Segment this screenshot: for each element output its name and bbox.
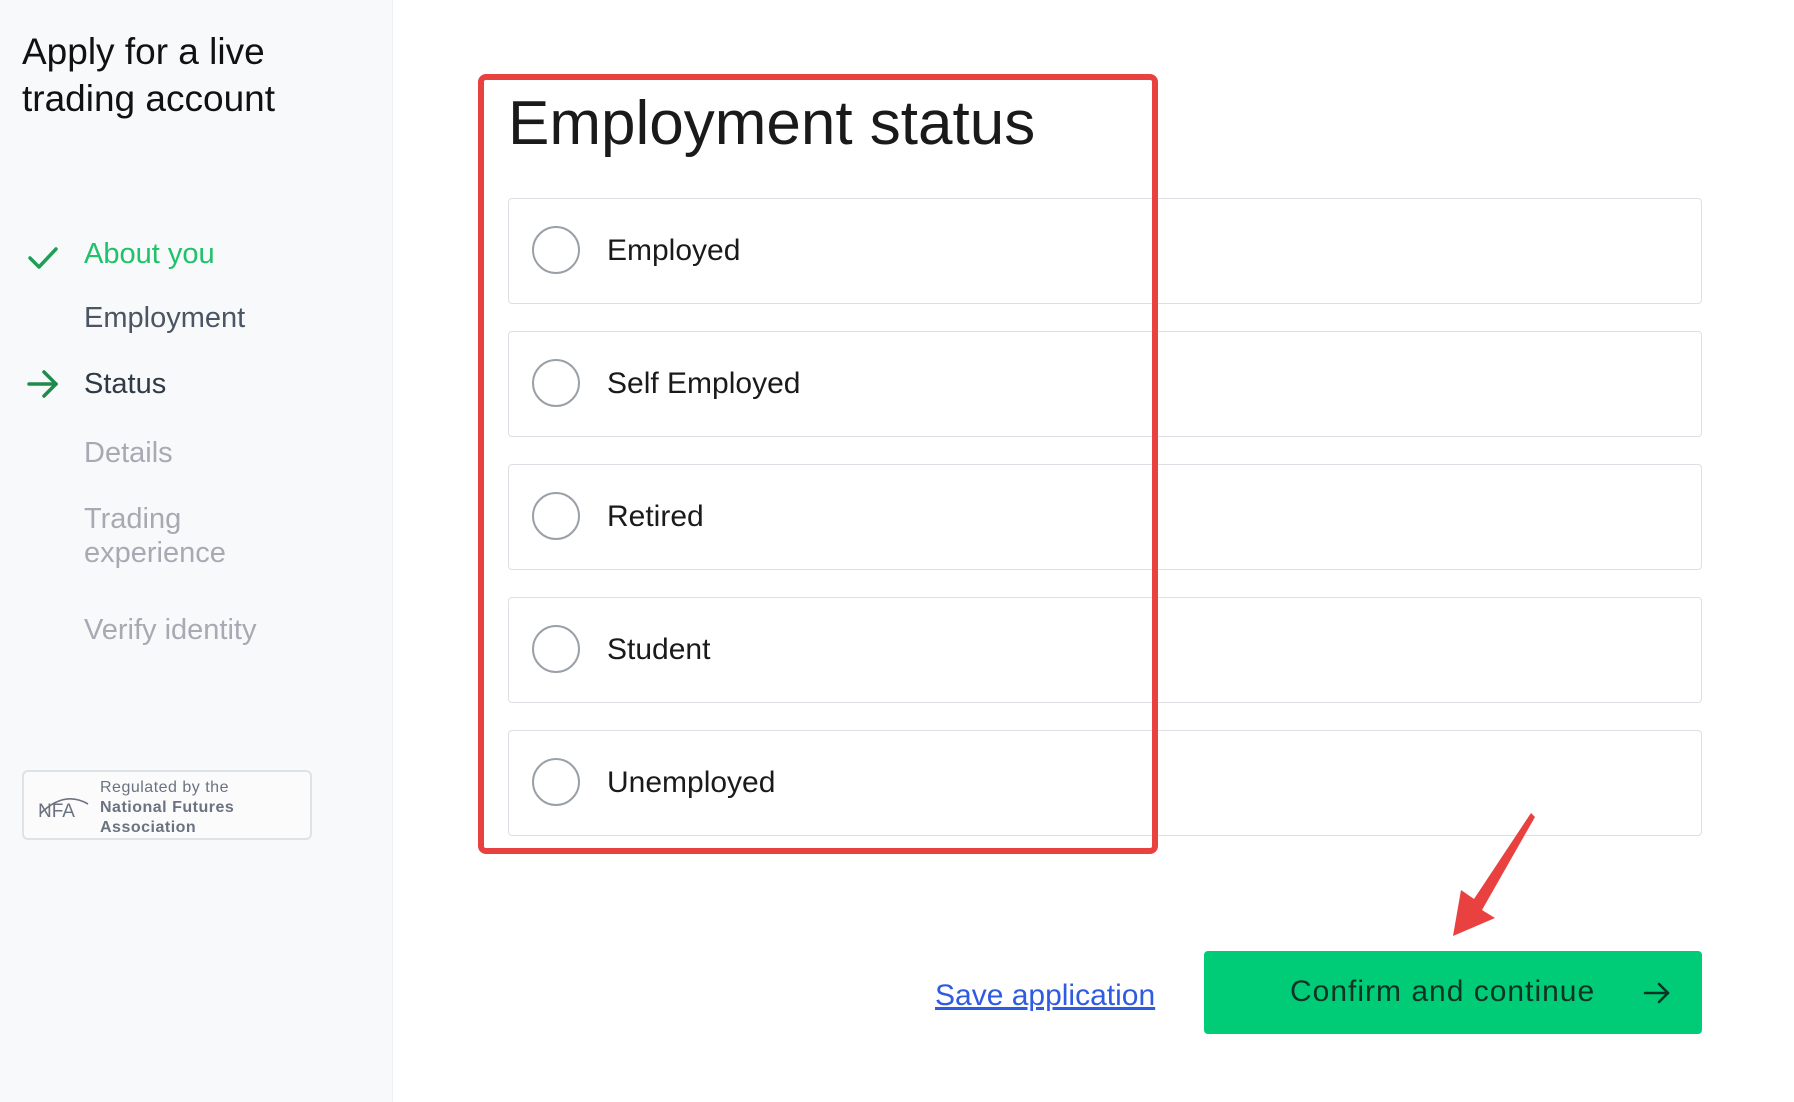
nfa-logo-icon: NFA: [38, 798, 89, 822]
nav-item-details: Details: [84, 437, 173, 469]
option-unemployed[interactable]: Unemployed: [508, 730, 1702, 836]
check-icon: [28, 247, 58, 269]
arrow-right-icon: [27, 370, 58, 398]
option-label: Employed: [607, 234, 741, 267]
nav-item-verify-identity: Verify identity: [84, 614, 257, 646]
nfa-line-3: Association: [100, 819, 197, 836]
sidebar: Apply for a live trading account About y…: [0, 0, 393, 1102]
nav-item-employment[interactable]: Employment: [84, 301, 245, 335]
main-content: Employment status Employed Self Employed…: [393, 0, 1794, 1102]
nfa-line-2: National Futures: [100, 799, 235, 816]
page: Apply for a live trading account About y…: [0, 0, 1794, 1102]
confirm-button-label: Confirm and continue: [1290, 975, 1596, 1008]
radio-button[interactable]: [532, 359, 580, 407]
radio-button[interactable]: [532, 492, 580, 540]
radio-button[interactable]: [532, 625, 580, 673]
arrow-right-icon: [1643, 982, 1670, 1004]
save-application-link[interactable]: Save application: [935, 978, 1155, 1014]
app-title: Apply for a live trading account: [22, 31, 276, 119]
radio-button[interactable]: [532, 758, 580, 806]
confirm-and-continue-button[interactable]: Confirm and continue: [1204, 951, 1702, 1034]
option-self-employed[interactable]: Self Employed: [508, 331, 1702, 437]
nav-item-about-you[interactable]: About you: [84, 237, 215, 271]
nfa-text: Regulated by the National Futures Associ…: [100, 778, 234, 838]
radio-button[interactable]: [532, 226, 580, 274]
nfa-line-1: Regulated by the: [100, 779, 229, 796]
option-label: Self Employed: [607, 367, 801, 400]
option-label: Retired: [607, 500, 704, 533]
svg-text:NFA: NFA: [38, 801, 75, 822]
option-retired[interactable]: Retired: [508, 464, 1702, 570]
nfa-regulation-badge: NFA Regulated by the National Futures As…: [22, 770, 312, 840]
option-student[interactable]: Student: [508, 597, 1702, 703]
option-label: Student: [607, 633, 711, 666]
option-employed[interactable]: Employed: [508, 198, 1702, 304]
page-heading: Employment status: [508, 89, 1036, 158]
nav-item-status[interactable]: Status: [84, 367, 166, 401]
nav-item-trading-experience: Trading experience: [84, 503, 226, 569]
option-label: Unemployed: [607, 766, 776, 799]
